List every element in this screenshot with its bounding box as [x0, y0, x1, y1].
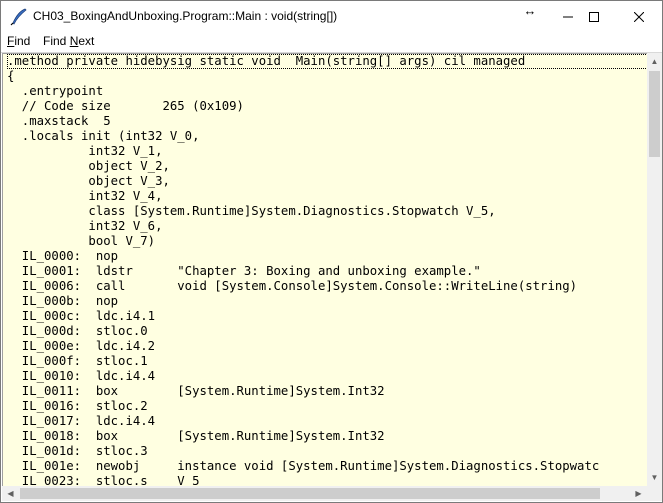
il-code-view[interactable]: .method private hidebysig static void Ma…	[2, 53, 648, 487]
code-line: IL_0018: box [System.Runtime]System.Int3…	[7, 429, 385, 443]
menu-find[interactable]: Find	[7, 34, 30, 48]
code-line: .maxstack 5	[7, 114, 111, 128]
close-icon	[634, 11, 644, 22]
scrollbar-corner	[647, 486, 662, 501]
scroll-up-arrow-icon[interactable]: ▲	[647, 53, 662, 70]
code-line: IL_0010: ldc.i4.4	[7, 369, 156, 383]
horizontal-scrollbar[interactable]: ◀ ▶	[2, 486, 647, 501]
quill-pen-icon	[10, 8, 28, 26]
vertical-scroll-thumb[interactable]	[649, 71, 660, 157]
code-line: .locals init (int32 V_0,	[7, 129, 200, 143]
scroll-down-arrow-icon[interactable]: ▼	[647, 469, 662, 486]
code-line: IL_000f: stloc.1	[7, 354, 148, 368]
ildasm-method-window: CH03_BoxingAndUnboxing.Program::Main : v…	[0, 0, 663, 503]
maximize-button[interactable]	[571, 1, 617, 32]
code-line: int32 V_6,	[7, 219, 163, 233]
code-line: IL_000c: ldc.i4.1	[7, 309, 156, 323]
code-line: class [System.Runtime]System.Diagnostics…	[7, 204, 496, 218]
code-line: int32 V_1,	[7, 144, 163, 158]
code-line: IL_0011: box [System.Runtime]System.Int3…	[7, 384, 385, 398]
maximize-icon	[589, 11, 599, 22]
code-line: .method private hidebysig static void Ma…	[7, 54, 648, 69]
code-line: IL_000b: nop	[7, 294, 119, 308]
code-line: IL_001d: stloc.3	[7, 444, 148, 458]
code-line: bool V_7)	[7, 234, 156, 248]
scroll-right-arrow-icon[interactable]: ▶	[630, 486, 647, 501]
code-line: // Code size 265 (0x109)	[7, 99, 244, 113]
horizontal-scroll-thumb[interactable]	[20, 488, 600, 499]
code-line: .entrypoint	[7, 84, 104, 98]
code-line: object V_2,	[7, 159, 170, 173]
code-line: IL_000d: stloc.0	[7, 324, 148, 338]
code-line: IL_0016: stloc.2	[7, 399, 148, 413]
vertical-scrollbar[interactable]: ▲ ▼	[647, 53, 662, 486]
code-line: IL_001e: newobj instance void [System.Ru…	[7, 459, 600, 473]
resize-arrows-icon: ↔	[523, 3, 537, 18]
code-line: IL_000e: ldc.i4.2	[7, 339, 156, 353]
code-line: IL_0006: call void [System.Console]Syste…	[7, 279, 578, 293]
code-line: IL_0000: nop	[7, 249, 119, 263]
close-button[interactable]	[616, 1, 662, 32]
menu-find-next[interactable]: Find Next	[43, 34, 94, 48]
il-code-text[interactable]: .method private hidebysig static void Ma…	[3, 54, 648, 487]
code-line: IL_0017: ldc.i4.4	[7, 414, 156, 428]
scroll-left-arrow-icon[interactable]: ◀	[2, 486, 19, 501]
code-line: object V_3,	[7, 174, 170, 188]
title-bar[interactable]: CH03_BoxingAndUnboxing.Program::Main : v…	[1, 1, 662, 32]
window-title: CH03_BoxingAndUnboxing.Program::Main : v…	[33, 9, 338, 23]
code-line: IL_0001: ldstr "Chapter 3: Boxing and un…	[7, 264, 481, 278]
menu-bar: Find Find Next	[1, 32, 662, 52]
code-line: {	[7, 69, 15, 83]
code-line: int32 V_4,	[7, 189, 163, 203]
